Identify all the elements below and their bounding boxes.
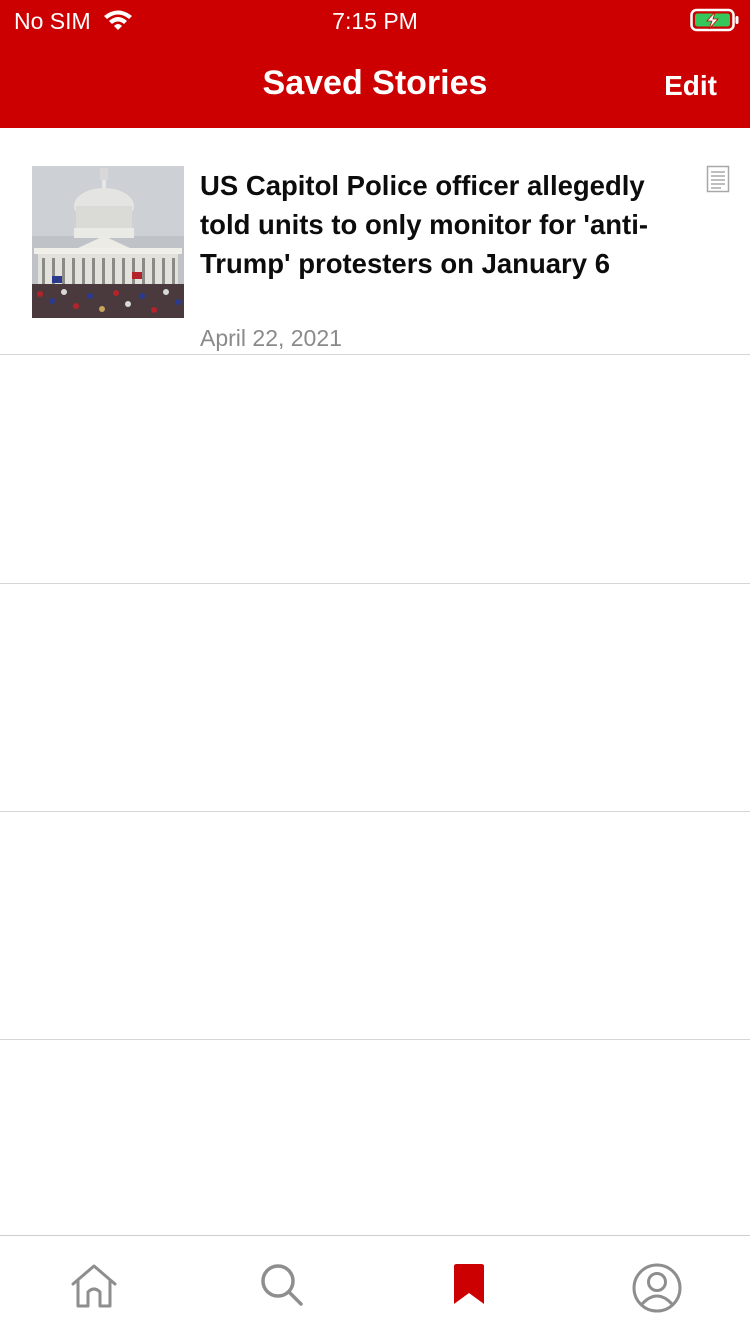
- edit-button[interactable]: Edit: [664, 70, 717, 102]
- home-icon: [71, 1264, 116, 1308]
- app-header: No SIM 7:15 PM Saved Stories Edit: [0, 0, 750, 128]
- saved-story-item[interactable]: US Capitol Police officer allegedly told…: [0, 128, 750, 355]
- tab-saved[interactable]: [375, 1236, 562, 1335]
- story-headline[interactable]: US Capitol Police officer allegedly told…: [200, 166, 700, 283]
- tab-profile[interactable]: [563, 1236, 750, 1335]
- profile-icon: [632, 1263, 681, 1313]
- tab-bar: [0, 1235, 750, 1334]
- search-icon: [260, 1264, 303, 1306]
- article-icon: [706, 165, 730, 193]
- bookmark-icon: [453, 1264, 484, 1304]
- status-bar: No SIM 7:15 PM: [0, 0, 750, 40]
- tab-search[interactable]: [188, 1236, 375, 1335]
- status-time: 7:15 PM: [332, 8, 418, 34]
- tab-home[interactable]: [0, 1236, 187, 1335]
- empty-list-row: [0, 584, 750, 812]
- story-date: April 22, 2021: [200, 325, 342, 351]
- story-thumbnail[interactable]: [32, 166, 184, 318]
- empty-list-row: [0, 356, 750, 584]
- page-title: Saved Stories: [262, 64, 488, 102]
- battery-charging-icon: [690, 8, 739, 32]
- empty-list-row: [0, 812, 750, 1040]
